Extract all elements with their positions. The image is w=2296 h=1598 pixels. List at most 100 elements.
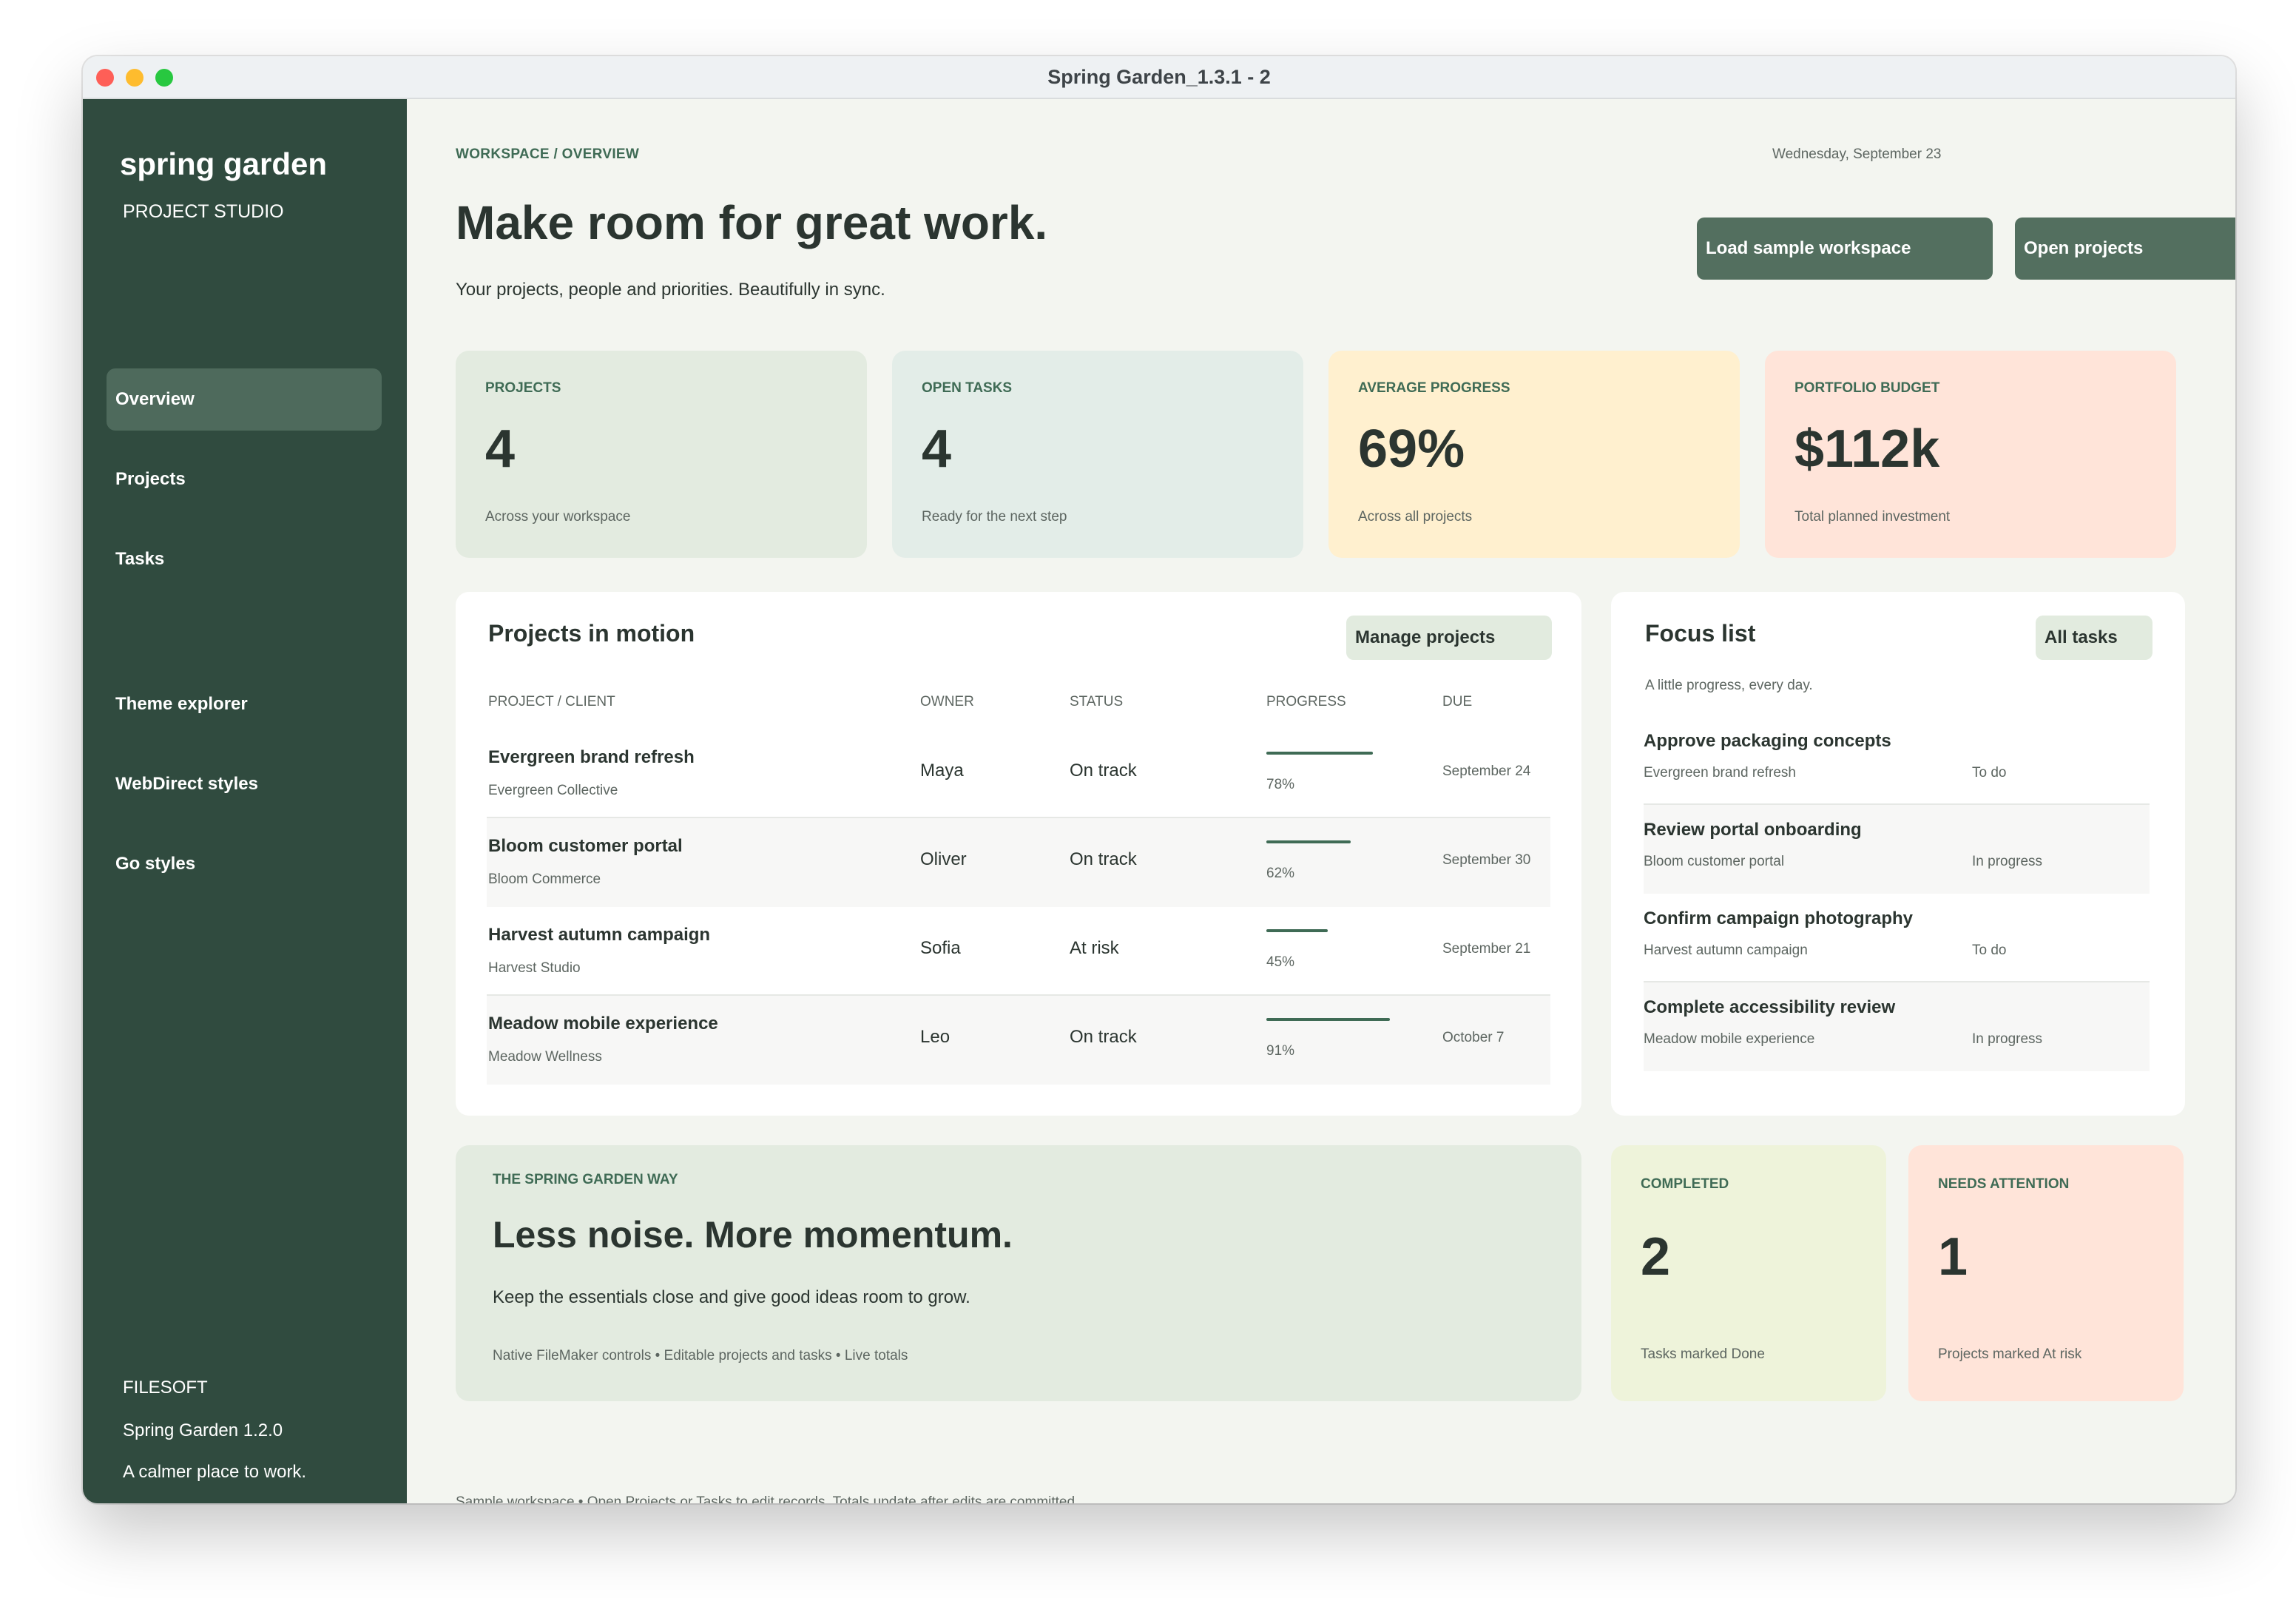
stat-label: AVERAGE PROGRESS (1358, 380, 1510, 396)
all-tasks-button[interactable]: All tasks (2036, 616, 2152, 660)
progress-bar (1266, 1018, 1402, 1021)
stat-value: 69% (1358, 419, 1465, 479)
nav-item-theme-explorer[interactable]: Theme explorer (107, 673, 382, 735)
nav-item-webdirect-styles[interactable]: WebDirect styles (107, 753, 382, 815)
project-status: On track (1070, 1027, 1137, 1047)
progress-bar-fill (1266, 929, 1328, 932)
focus-list-title: Focus list (1645, 620, 1756, 647)
list-item[interactable]: Complete accessibility review Meadow mob… (1644, 982, 2150, 1071)
brand-name: spring garden (120, 146, 328, 181)
banner-features: Native FileMaker controls • Editable pro… (493, 1348, 908, 1363)
project-owner: Sofia (920, 938, 961, 958)
progress-percent: 91% (1266, 1043, 1295, 1059)
close-window-icon[interactable] (96, 69, 114, 87)
project-due-date: September 24 (1442, 763, 1531, 779)
title-bar: Spring Garden_1.3.1 - 2 (83, 56, 2235, 99)
task-project: Meadow mobile experience (1644, 1031, 1815, 1047)
project-status: On track (1070, 849, 1137, 869)
banner-title: Less noise. More momentum. (493, 1214, 1013, 1255)
zoom-window-icon[interactable] (155, 69, 173, 87)
project-status: At risk (1070, 938, 1119, 958)
page-subtitle: Your projects, people and priorities. Be… (456, 280, 885, 300)
task-status: In progress (1972, 1031, 2043, 1047)
window-controls (96, 69, 173, 87)
table-row[interactable]: Bloom customer portal Bloom Commerce Oli… (487, 818, 1550, 907)
project-client: Harvest Studio (488, 960, 581, 976)
breadcrumb: WORKSPACE / OVERVIEW (456, 146, 640, 162)
task-status: To do (1972, 943, 2007, 958)
progress-bar-fill (1266, 840, 1351, 843)
sidebar: spring garden PROJECT STUDIO Overview Pr… (83, 99, 407, 1503)
stat-label: OPEN TASKS (922, 380, 1013, 396)
task-title: Complete accessibility review (1644, 997, 1896, 1017)
project-name: Evergreen brand refresh (488, 747, 695, 767)
project-status: On track (1070, 761, 1137, 781)
progress-percent: 45% (1266, 954, 1295, 970)
column-header-status: STATUS (1070, 694, 1124, 709)
progress-bar-fill (1266, 1018, 1391, 1021)
table-row[interactable]: Meadow mobile experience Meadow Wellness… (487, 996, 1550, 1085)
task-project: Evergreen brand refresh (1644, 765, 1796, 781)
stat-note: Projects marked At risk (1938, 1346, 2082, 1362)
needs-attention-card: NEEDS ATTENTION 1 Projects marked At ris… (1908, 1145, 2184, 1401)
progress-bar (1266, 929, 1402, 932)
task-status: In progress (1972, 854, 2043, 869)
projects-card-title: Projects in motion (488, 620, 695, 647)
page-title: Make room for great work. (456, 196, 1048, 249)
stat-note: Total planned investment (1794, 509, 1951, 525)
main-content: WORKSPACE / OVERVIEW Wednesday, Septembe… (407, 99, 2235, 1503)
project-client: Bloom Commerce (488, 872, 601, 887)
progress-percent: 62% (1266, 866, 1295, 881)
list-item[interactable]: Review portal onboarding Bloom customer … (1644, 805, 2150, 894)
nav-item-overview[interactable]: Overview (107, 368, 382, 431)
current-date: Wednesday, September 23 (1772, 146, 1942, 162)
focus-list-subtitle: A little progress, every day. (1645, 678, 1813, 693)
stat-label: PORTFOLIO BUDGET (1794, 380, 1940, 396)
stat-card-projects: PROJECTS 4 Across your workspace (456, 351, 867, 558)
manage-projects-button[interactable]: Manage projects (1346, 616, 1552, 660)
projects-card: Projects in motion Manage projects PROJE… (456, 592, 1581, 1116)
window-title: Spring Garden_1.3.1 - 2 (1047, 65, 1271, 88)
list-item[interactable]: Approve packaging concepts Evergreen bra… (1644, 716, 2150, 805)
stat-label: COMPLETED (1641, 1176, 1729, 1192)
project-due-date: September 30 (1442, 852, 1531, 868)
banner-eyebrow: THE SPRING GARDEN WAY (493, 1172, 678, 1187)
task-project: Harvest autumn campaign (1644, 943, 1808, 958)
app-window: Spring Garden_1.3.1 - 2 spring garden PR… (83, 56, 2235, 1503)
list-item[interactable]: Confirm campaign photography Harvest aut… (1644, 894, 2150, 982)
progress-bar (1266, 840, 1402, 843)
project-owner: Maya (920, 761, 964, 781)
focus-list-card: Focus list All tasks A little progress, … (1611, 592, 2185, 1116)
stat-value: 4 (922, 419, 952, 479)
project-owner: Leo (920, 1027, 951, 1047)
minimize-window-icon[interactable] (126, 69, 144, 87)
stat-card-average-progress: AVERAGE PROGRESS 69% Across all projects (1328, 351, 1740, 558)
table-row[interactable]: Harvest autumn campaign Harvest Studio S… (487, 907, 1550, 996)
completed-tasks-card: COMPLETED 2 Tasks marked Done (1611, 1145, 1886, 1401)
nav-item-tasks[interactable]: Tasks (107, 528, 382, 590)
sidebar-tagline: A calmer place to work. (123, 1462, 307, 1482)
project-client: Evergreen Collective (488, 783, 618, 798)
table-row[interactable]: Evergreen brand refresh Evergreen Collec… (487, 729, 1550, 818)
stat-card-portfolio-budget: PORTFOLIO BUDGET $112k Total planned inv… (1765, 351, 2176, 558)
stat-label: NEEDS ATTENTION (1938, 1176, 2070, 1192)
project-name: Meadow mobile experience (488, 1014, 718, 1034)
project-client: Meadow Wellness (488, 1049, 602, 1065)
app-version: Spring Garden 1.2.0 (123, 1420, 283, 1440)
brand-subtitle: PROJECT STUDIO (123, 201, 284, 222)
progress-bar-fill (1266, 752, 1373, 755)
project-owner: Oliver (920, 849, 967, 869)
open-projects-button[interactable]: Open projects (2015, 218, 2235, 280)
column-header-project: PROJECT / CLIENT (488, 694, 615, 709)
stat-note: Across all projects (1358, 509, 1473, 525)
nav-item-go-styles[interactable]: Go styles (107, 833, 382, 895)
stat-label: PROJECTS (485, 380, 561, 396)
stat-note: Ready for the next step (922, 509, 1067, 525)
project-due-date: October 7 (1442, 1030, 1505, 1045)
load-sample-workspace-button[interactable]: Load sample workspace (1697, 218, 1993, 280)
stat-value: 4 (485, 419, 516, 479)
project-due-date: September 21 (1442, 941, 1531, 957)
project-name: Bloom customer portal (488, 836, 683, 856)
footer-note: Sample workspace • Open Projects or Task… (456, 1494, 1079, 1503)
nav-item-projects[interactable]: Projects (107, 448, 382, 510)
